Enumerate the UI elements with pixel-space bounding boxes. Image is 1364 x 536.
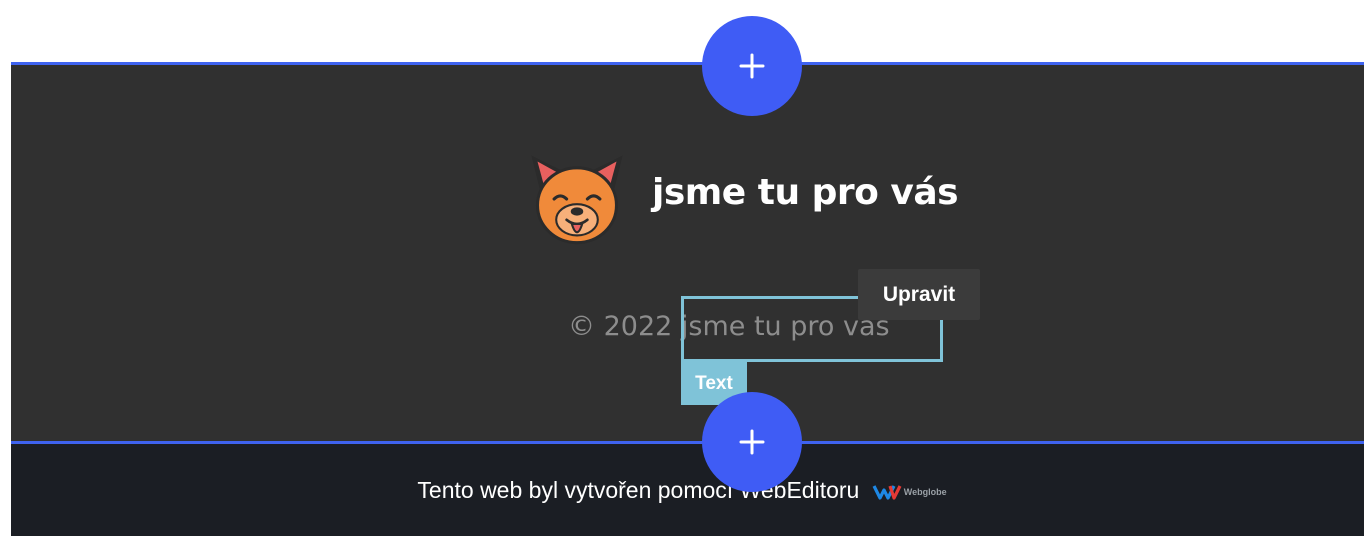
webglobe-logo-text: Webglobe	[903, 486, 947, 497]
copyright-year: © 2022	[568, 311, 673, 342]
webglobe-logo[interactable]: Webglobe	[872, 483, 947, 501]
plus-icon	[739, 429, 765, 455]
add-section-bottom-button[interactable]	[702, 392, 802, 492]
brand-title: jsme tu pro vás	[652, 172, 959, 213]
edit-button[interactable]: Upravit	[858, 269, 980, 320]
add-section-top-button[interactable]	[702, 16, 802, 116]
webglobe-logo-icon	[872, 485, 902, 500]
dog-face-icon	[531, 155, 623, 245]
made-by-text: Tento web byl vytvořen pomocí WebEditoru	[417, 477, 860, 503]
made-by-notice: Tento web byl vytvořen pomocí WebEditoru…	[0, 477, 1364, 504]
plus-icon	[739, 53, 765, 79]
page-top-area	[0, 0, 1364, 62]
brand-logo	[525, 147, 629, 251]
